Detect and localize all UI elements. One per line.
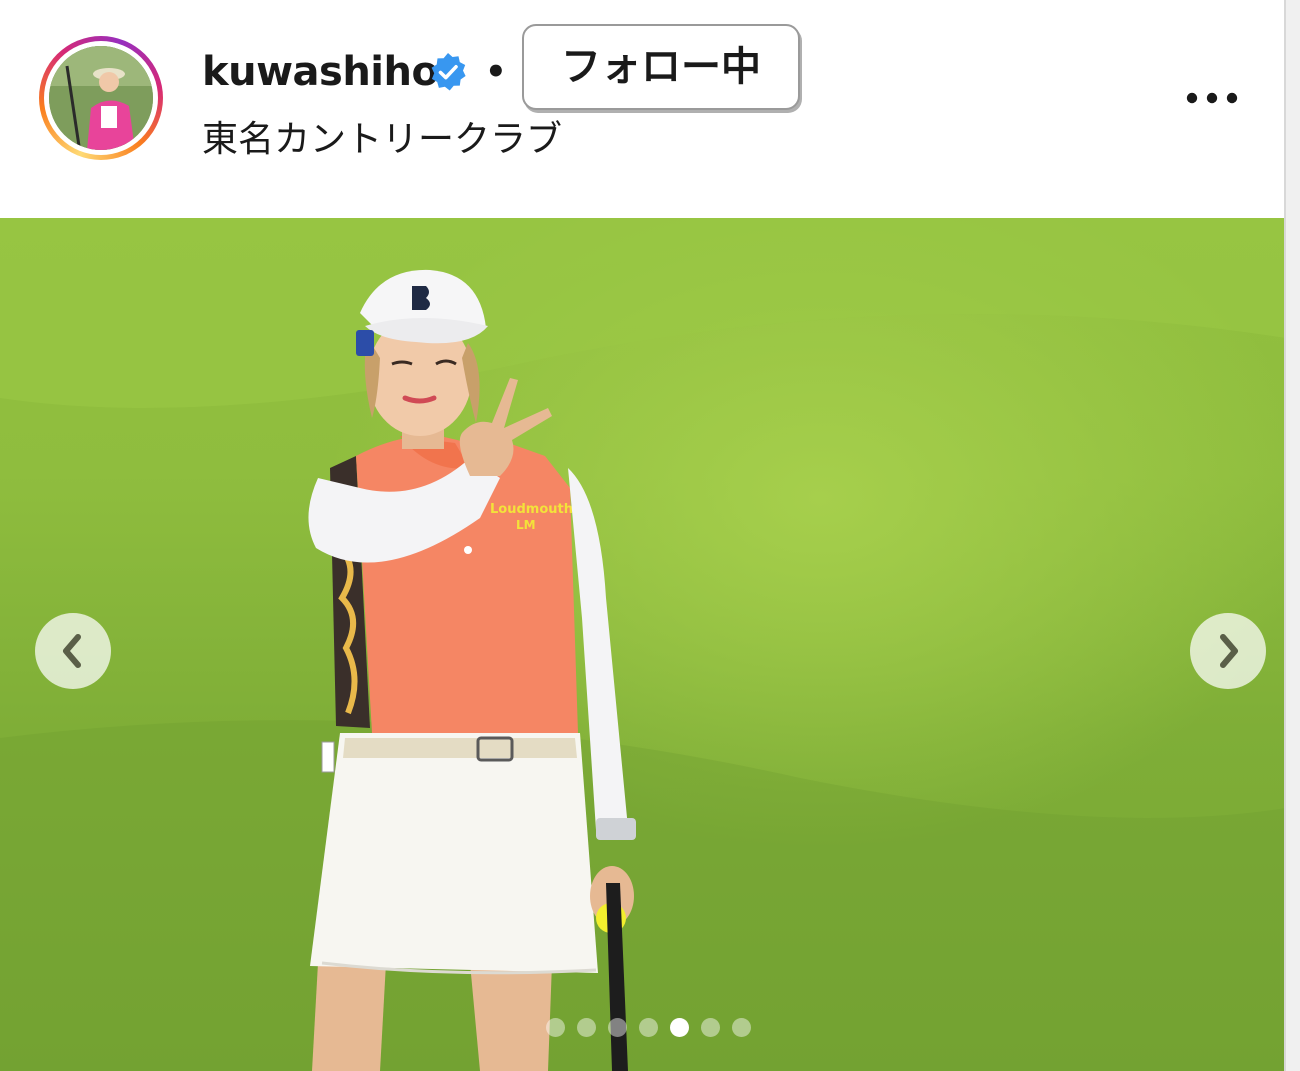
separator-dot: • bbox=[485, 52, 507, 92]
carousel-dot bbox=[639, 1018, 658, 1037]
post-header: kuwashiho • フォロー中 東名カントリークラブ bbox=[0, 0, 1286, 218]
scrollbar[interactable] bbox=[1284, 0, 1300, 1071]
carousel-dot bbox=[670, 1018, 689, 1037]
carousel-dot bbox=[577, 1018, 596, 1037]
golfer-photo: Loudmouth LM bbox=[0, 218, 1286, 1071]
carousel-dot bbox=[546, 1018, 565, 1037]
avatar[interactable] bbox=[49, 46, 153, 150]
avatar-photo-icon bbox=[49, 46, 153, 150]
username[interactable]: kuwashiho bbox=[202, 46, 439, 98]
following-button[interactable]: フォロー中 bbox=[522, 24, 800, 110]
chevron-right-icon bbox=[1220, 634, 1238, 668]
svg-text:Loudmouth: Loudmouth bbox=[490, 502, 573, 517]
carousel-dot bbox=[608, 1018, 627, 1037]
chevron-left-icon bbox=[63, 634, 81, 668]
story-ring[interactable] bbox=[39, 36, 163, 160]
previous-slide-button[interactable] bbox=[35, 613, 111, 689]
next-slide-button[interactable] bbox=[1190, 613, 1266, 689]
post-media[interactable]: Loudmouth LM bbox=[0, 218, 1286, 1071]
carousel-dot bbox=[732, 1018, 751, 1037]
instagram-post: kuwashiho • フォロー中 東名カントリークラブ Loudmouth L… bbox=[0, 0, 1300, 1071]
location-link[interactable]: 東名カントリークラブ bbox=[202, 116, 562, 164]
svg-text:LM: LM bbox=[516, 518, 536, 532]
verified-badge-icon bbox=[431, 53, 466, 91]
carousel-indicator bbox=[546, 1018, 751, 1038]
carousel-dot bbox=[701, 1018, 720, 1037]
more-options-icon[interactable] bbox=[1180, 74, 1244, 122]
